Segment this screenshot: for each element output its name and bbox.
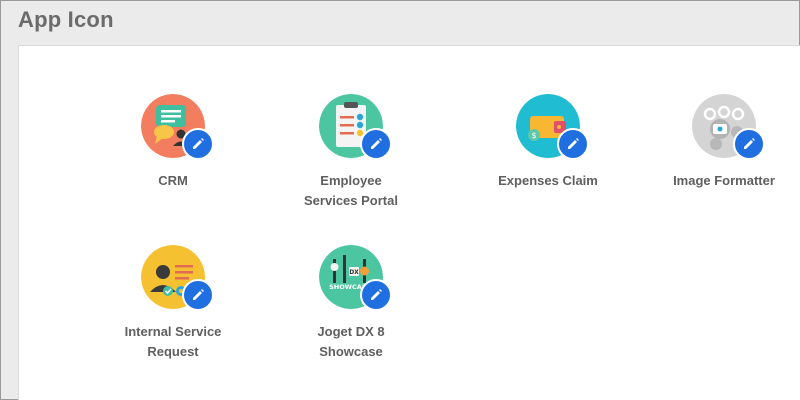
app-label-joget-dx-8-showcase: Joget DX 8 Showcase [317,324,385,359]
app-tile-image-formatter[interactable]: Image Formatter [639,94,800,191]
pencil-icon [193,138,204,149]
app-label-image-formatter: Image Formatter [673,173,775,188]
pencil-icon [568,138,579,149]
app-label-employee-services-portal: Employee Services Portal [304,173,398,208]
pencil-icon [371,138,382,149]
svg-text:$: $ [531,131,536,140]
app-label-crm: CRM [158,173,188,188]
edit-app-internal-service-request-button[interactable] [182,279,214,311]
edit-app-image-formatter-button[interactable] [733,128,765,160]
page-title: App Icon [18,7,114,32]
app-label-internal-service-request: Internal Service Request [124,324,222,359]
app-tile-crm[interactable]: CRM [88,94,258,191]
edit-app-crm-button[interactable] [182,128,214,160]
app-tile-joget-dx-8-showcase[interactable]: DX SHOWCASE Joget DX 8 Showcase [266,245,436,362]
showcase-dx-text: DX [349,269,359,276]
app-tile-internal-service-request[interactable]: Internal Service Request [88,245,258,362]
pencil-icon [744,138,755,149]
pencil-icon [193,289,204,300]
app-tile-employee-services-portal[interactable]: Employee Services Portal [266,94,436,211]
pencil-icon [371,289,382,300]
app-tile-expenses-claim[interactable]: $ Expenses Claim [463,94,633,191]
edit-app-employee-services-portal-button[interactable] [360,128,392,160]
app-grid-panel: CRM Employee Services Portal $ Expenses … [18,45,800,400]
edit-app-joget-dx-8-showcase-button[interactable] [360,279,392,311]
app-label-expenses-claim: Expenses Claim [498,173,598,188]
edit-app-expenses-claim-button[interactable] [557,128,589,160]
